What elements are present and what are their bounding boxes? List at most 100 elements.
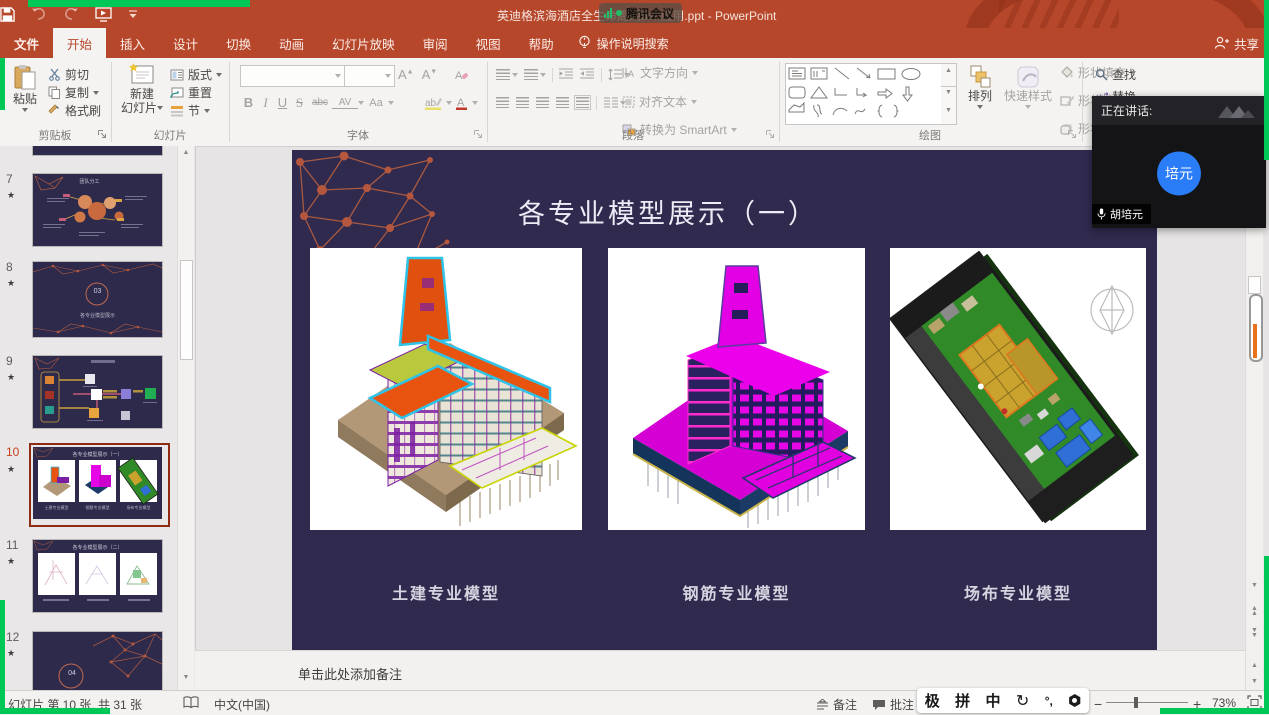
caption-site: 场布专业模型: [890, 580, 1146, 604]
thumbnail-slide-9[interactable]: [33, 356, 162, 428]
tab-file[interactable]: 文件: [0, 28, 53, 58]
slide-9-number: 9: [6, 354, 13, 368]
tab-transitions[interactable]: 切换: [212, 28, 265, 58]
drawing-dialog-launcher[interactable]: [1067, 128, 1077, 142]
zoom-out-button[interactable]: −: [1094, 696, 1102, 712]
panel-scroll-up-icon[interactable]: ▲: [178, 149, 194, 156]
start-slideshow-icon[interactable]: [95, 7, 112, 22]
slide-7-number: 7: [6, 172, 13, 186]
font-group: 字体: [230, 58, 486, 146]
thumbnail-slide-11[interactable]: 各专业模型展示（二）: [33, 540, 162, 612]
ime-mode-button[interactable]: 极: [925, 690, 940, 711]
font-dialog-launcher[interactable]: [473, 128, 483, 142]
undo-icon: [31, 7, 47, 21]
mic-icon: [1097, 208, 1106, 220]
slides-group: 幻灯片: [112, 58, 228, 146]
share-border-left-top: [0, 58, 5, 110]
zoom-slider[interactable]: [1106, 702, 1188, 703]
scrollbar-thumb[interactable]: [1248, 276, 1261, 294]
slide-9-animation-star-icon: ★: [7, 372, 15, 383]
scroll-extra-down-icon[interactable]: ▼: [1246, 678, 1263, 685]
ime-redo-icon[interactable]: ↻: [1016, 691, 1029, 711]
clipboard-dialog-launcher[interactable]: [97, 128, 107, 142]
ime-pinyin-button[interactable]: 拼: [955, 690, 970, 711]
language-indicator[interactable]: 中文(中国): [214, 696, 270, 713]
previous-slide-button[interactable]: ▲▲: [1246, 606, 1263, 616]
panel-scroll-down-icon[interactable]: ▼: [178, 674, 194, 681]
meeting-signal-icon: [604, 8, 612, 18]
paragraph-group: 段落: [488, 58, 778, 146]
rebar-model-image[interactable]: [608, 248, 865, 530]
thumbnail-panel-scrollbar[interactable]: ▲ ▼: [177, 146, 194, 690]
thumbnail-slide-7[interactable]: 团队分工: [33, 174, 162, 246]
slide-title[interactable]: 各专业模型展示（一）: [518, 192, 818, 231]
ime-punctuation-button[interactable]: °,: [1045, 694, 1053, 708]
reading-position-indicator[interactable]: [1249, 294, 1263, 362]
tab-slideshow[interactable]: 幻灯片放映: [318, 28, 409, 58]
slide-11-animation-star-icon: ★: [7, 556, 15, 567]
share-border-bottom-right: [1160, 708, 1269, 714]
share-button[interactable]: 共享: [1214, 28, 1259, 58]
civil-model-graphic: [310, 248, 582, 530]
tab-insert[interactable]: 插入: [106, 28, 159, 58]
tell-me-search[interactable]: 操作说明搜索: [568, 28, 679, 58]
ime-settings-icon[interactable]: [1068, 694, 1081, 707]
notes-icon: [816, 699, 829, 711]
notes-placeholder[interactable]: 单击此处添加备注: [298, 664, 402, 683]
speaking-label: 正在讲话:: [1101, 102, 1152, 119]
next-slide-button[interactable]: ▼▼: [1246, 628, 1263, 638]
qat-customize-icon[interactable]: [128, 10, 138, 19]
notes-toggle[interactable]: 备注: [816, 696, 857, 713]
slide-12-animation-star-icon: ★: [7, 648, 15, 659]
slide-12-number: 12: [6, 630, 19, 644]
thumbnail-slide-6-partial[interactable]: [33, 146, 162, 155]
ime-chinese-button[interactable]: 中: [986, 690, 1001, 711]
find-icon: [1095, 68, 1108, 81]
scroll-down-icon[interactable]: ▼: [1246, 582, 1263, 589]
meeting-video-tile[interactable]: 培元 胡培元: [1092, 125, 1266, 228]
slide-8-animation-star-icon: ★: [7, 278, 15, 289]
tab-view[interactable]: 视图: [462, 28, 515, 58]
meeting-speaking-header[interactable]: 正在讲话:: [1092, 96, 1266, 125]
thumbnail-slide-8[interactable]: 03 各专业模型展示: [33, 262, 162, 337]
accessibility-book-icon[interactable]: [183, 696, 199, 712]
slide-7-mini-title: 团队分工: [33, 178, 154, 185]
caption-rebar: 钢筋专业模型: [608, 580, 865, 604]
slide-10-mini-cap-3: 场布专业模型: [120, 505, 157, 511]
notes-pane[interactable]: 单击此处添加备注: [195, 650, 1245, 691]
civil-model-image[interactable]: [310, 248, 582, 530]
site-model-image[interactable]: [890, 248, 1146, 530]
tab-review[interactable]: 审阅: [409, 28, 462, 58]
slide-thumbnail-panel: 7 ★ 团队分工 8 ★ 03 各专业模型展示 9 ★: [0, 146, 196, 690]
tab-help[interactable]: 帮助: [515, 28, 568, 58]
slide-12-mini-graphic: [33, 632, 162, 690]
zoom-slider-thumb[interactable]: [1134, 697, 1138, 708]
reading-position-fill: [1253, 324, 1257, 358]
meeting-status-dot: [616, 10, 622, 16]
ime-toolbar[interactable]: 极 拼 中 ↻ °,: [917, 688, 1089, 713]
find-button[interactable]: 查找: [1095, 66, 1136, 83]
share-border-right-bottom: [1264, 556, 1269, 714]
share-border-top: [28, 0, 250, 7]
save-icon[interactable]: [0, 7, 15, 22]
tencent-meeting-overlay[interactable]: 正在讲话: 培元 胡培元: [1092, 96, 1266, 228]
comments-toggle[interactable]: 批注: [872, 696, 914, 713]
tab-animations[interactable]: 动画: [265, 28, 318, 58]
meeting-avatar: 培元: [1157, 151, 1201, 195]
meeting-logo-icon: [1214, 102, 1258, 120]
paragraph-dialog-launcher[interactable]: [765, 128, 775, 142]
tencent-meeting-pill[interactable]: 腾讯会议: [599, 3, 682, 23]
slide-canvas[interactable]: 各专业模型展示（一）: [292, 150, 1157, 650]
tab-design[interactable]: 设计: [159, 28, 212, 58]
thumbnail-slide-10[interactable]: 各专业模型展示（一） 土建专业模型 钢筋专业模型 场布专业模型: [33, 447, 162, 519]
slide-11-mini-graphic: [33, 540, 162, 612]
ribbon-tab-row: 文件 开始 插入 设计 切换 动画 幻灯片放映 审阅 视图 帮助 操作说明搜索: [0, 28, 1269, 58]
panel-scrollbar-thumb[interactable]: [180, 260, 193, 360]
scroll-extra-up-icon[interactable]: ▲: [1246, 662, 1263, 669]
tab-home[interactable]: 开始: [53, 28, 106, 58]
share-border-bottom-left: [0, 708, 110, 714]
thumbnail-slide-12[interactable]: 04: [33, 632, 162, 690]
share-person-icon: [1214, 36, 1229, 50]
slide-10-animation-star-icon: ★: [7, 464, 15, 475]
slide-9-mini-graphic: [33, 356, 162, 428]
